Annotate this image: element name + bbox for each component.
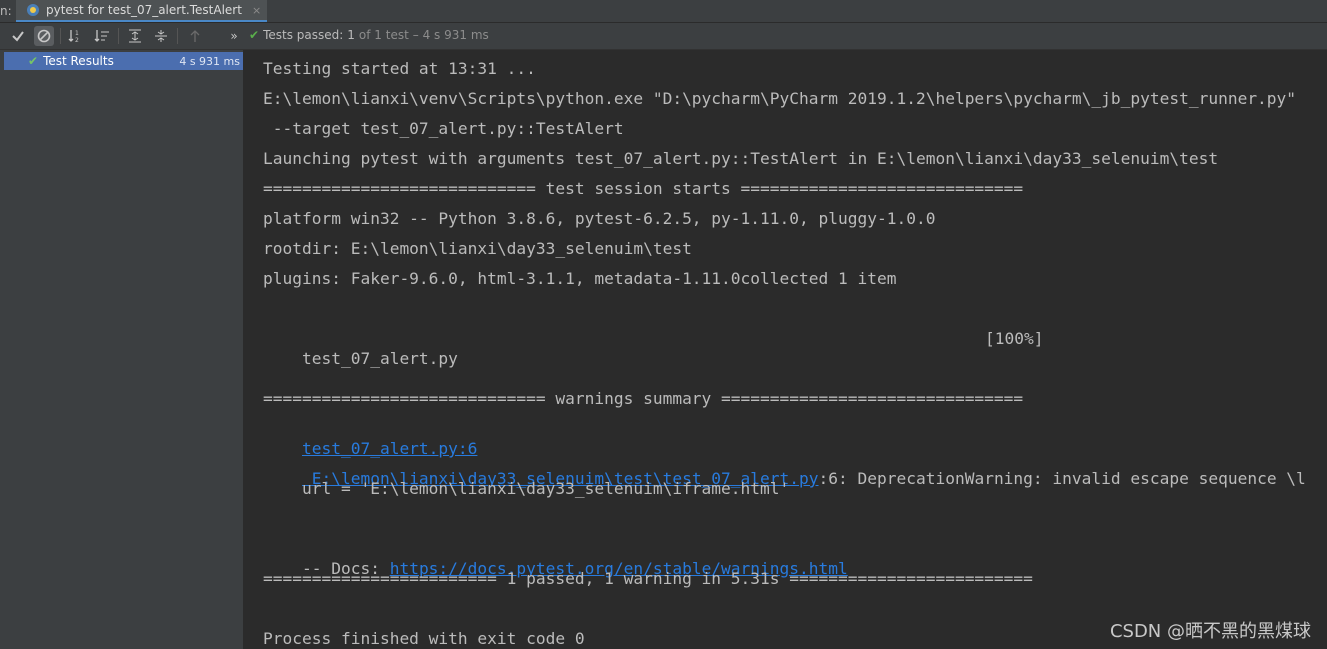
console-line: url = 'E:\lemon\lianxi\day33_selenuim\if… [263,479,790,498]
console-line: Testing started at 13:31 ... [263,59,536,78]
console-line: ============================ test sessio… [263,179,1024,198]
sort-alphabetically-icon[interactable]: 12 [66,26,86,46]
console-line: ============================= warnings s… [263,389,1024,408]
console-line: Process finished with exit code 0 [263,629,585,648]
status-time: – 4 s 931 ms [412,28,489,42]
console-line: plugins: Faker-9.6.0, html-3.1.1, metada… [263,269,897,288]
expand-all-icon[interactable] [125,26,145,46]
tree-item-time: 4 s 931 ms [179,54,240,68]
toolbar-separator [177,28,178,44]
previous-failed-icon[interactable] [185,26,205,46]
watermark: CSDN @晒不黑的黑煤球 [1109,621,1311,642]
console-line: platform win32 -- Python 3.8.6, pytest-6… [263,209,936,228]
more-actions-icon[interactable]: » [224,26,244,46]
toolbar-separator [60,28,61,44]
tab-bar: n: pytest for test_07_alert.TestAlert × [0,0,1327,23]
tab-prefix: n: [0,4,12,18]
svg-text:1: 1 [75,30,79,37]
console-output[interactable]: Testing started at 13:31 ... E:\lemon\li… [244,50,1327,649]
show-ignored-icon[interactable] [34,26,54,46]
passed-check-icon: ✔ [28,54,39,68]
console-line: Launching pytest with arguments test_07_… [263,149,1219,168]
toolbar-separator [118,28,119,44]
console-line: ======================== 1 passed, 1 war… [263,569,1033,588]
status-rest: of 1 test [358,28,409,42]
close-icon[interactable]: × [252,4,261,17]
status-count: 1 [347,28,355,42]
console-line: E:\lemon\lianxi\venv\Scripts\python.exe … [263,89,1297,108]
test-runner-toolbar: 12 » ✔ Tests passed: 1 of 1 test – 4 s 9… [0,23,1327,50]
sort-by-duration-icon[interactable] [92,26,112,46]
test-tree: ✔ Test Results 4 s 931 ms [0,50,244,649]
check-icon: ✔ [249,28,260,42]
pytest-icon [27,4,39,16]
svg-text:2: 2 [75,37,79,43]
console-line: test_07_alert.py [263,329,458,389]
progress-percent: [100%] [985,329,1044,348]
run-tab[interactable]: pytest for test_07_alert.TestAlert × [16,0,268,22]
run-tab-title: pytest for test_07_alert.TestAlert [46,3,242,17]
test-file-name: test_07_alert.py [301,349,458,368]
warning-message: :6: DeprecationWarning: invalid escape s… [818,469,1306,488]
tree-item-test-results[interactable]: ✔ Test Results 4 s 931 ms [4,52,243,70]
tree-item-label: Test Results [43,54,114,68]
show-passed-icon[interactable] [8,26,28,46]
console-line: --target test_07_alert.py::TestAlert [263,119,624,138]
console-line: rootdir: E:\lemon\lianxi\day33_selenuim\… [263,239,692,258]
collapse-all-icon[interactable] [151,26,171,46]
status-label: Tests passed: [263,28,344,42]
test-status: ✔ Tests passed: 1 of 1 test – 4 s 931 ms [249,28,489,42]
